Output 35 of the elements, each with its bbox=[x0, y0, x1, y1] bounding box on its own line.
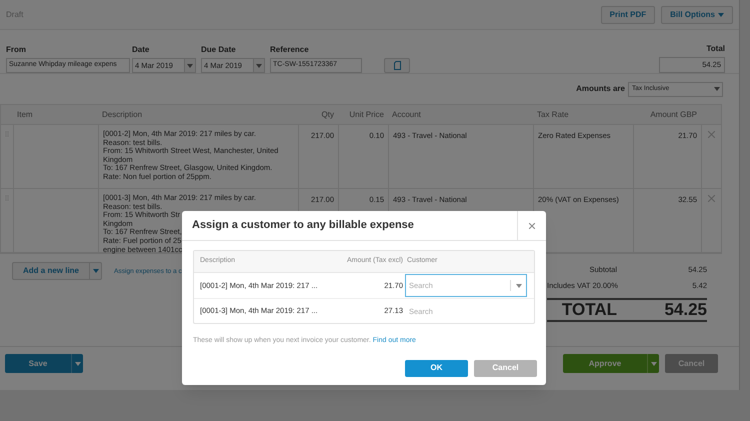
document-icon bbox=[394, 61, 400, 70]
caret-icon bbox=[187, 64, 193, 68]
caret-icon bbox=[516, 284, 522, 288]
field-label: Date bbox=[132, 44, 150, 56]
close-icon bbox=[529, 222, 535, 228]
add-line-menu-button[interactable] bbox=[89, 263, 102, 279]
dialog-title: Assign a customer to any billable expense bbox=[191, 218, 415, 234]
column-header: Qty bbox=[320, 108, 335, 120]
caret-icon bbox=[92, 269, 99, 273]
caret-icon bbox=[650, 362, 656, 366]
grand-total-value: 54.25 bbox=[663, 299, 707, 322]
column-header: Amount GBP bbox=[649, 108, 698, 120]
save-menu-button[interactable] bbox=[71, 354, 83, 373]
approve-menu-button[interactable] bbox=[647, 354, 659, 373]
column-header: Item bbox=[16, 108, 34, 120]
ok-button[interactable]: OK bbox=[405, 360, 468, 376]
column-header: Account bbox=[391, 108, 422, 120]
cancel-button[interactable]: Cancel bbox=[474, 360, 537, 376]
grand-total-label: TOTAL bbox=[562, 299, 617, 322]
delete-icon[interactable] bbox=[708, 195, 715, 202]
toolbar-button[interactable]: Print PDF bbox=[600, 6, 656, 24]
column-header: Tax Rate bbox=[536, 108, 570, 120]
total-label: Total bbox=[706, 43, 725, 55]
amounts-label: Amounts are bbox=[576, 83, 625, 95]
field-label: Reference bbox=[270, 44, 310, 56]
column-header: Description bbox=[101, 108, 144, 120]
column-header: Unit Price bbox=[348, 108, 385, 120]
attach-button[interactable] bbox=[384, 58, 410, 73]
field-label: From bbox=[6, 44, 27, 56]
caret-icon bbox=[714, 87, 720, 91]
caret-icon bbox=[74, 362, 80, 366]
field-label: Due Date bbox=[201, 44, 237, 56]
toolbar-button[interactable]: Bill Options bbox=[661, 6, 733, 24]
caret-icon bbox=[256, 64, 262, 68]
delete-icon[interactable] bbox=[708, 131, 715, 138]
